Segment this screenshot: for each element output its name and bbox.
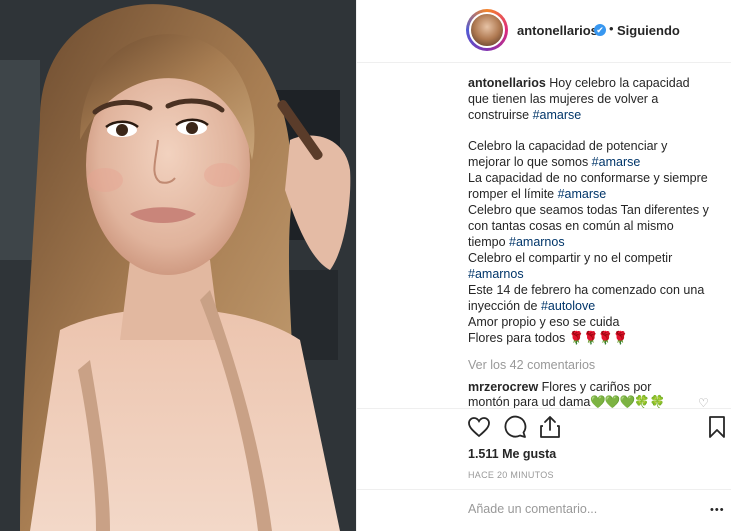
post-timestamp: HACE 20 MINUTOS [468, 470, 554, 480]
hashtag-link[interactable]: #amarnos [509, 235, 565, 249]
share-icon[interactable] [538, 415, 562, 439]
hashtag-link[interactable]: #amarse [558, 187, 607, 201]
caption-text: romper el límite [468, 187, 558, 201]
comment-item: mrzerocrew Flores y cariños por montón p… [468, 380, 708, 410]
caption-text: inyección de [468, 299, 541, 313]
comment-icon[interactable] [503, 415, 527, 439]
caption-text: mejorar lo que somos [468, 155, 592, 169]
comment-author-link[interactable]: mrzerocrew [468, 380, 538, 394]
comment-text: Flores y cariños por [538, 380, 652, 394]
heart-icon[interactable] [467, 415, 491, 439]
video-frame-image [0, 0, 356, 531]
caption-text: Amor propio y eso se cuida [468, 315, 620, 329]
add-comment-bar: ••• [356, 489, 731, 532]
more-options-icon[interactable]: ••• [710, 504, 725, 516]
caption-text: Este 14 de febrero ha comenzado con una [468, 283, 705, 297]
clover-emoji: 🍀🍀 [634, 395, 666, 409]
header-username-link[interactable]: antonellarios [517, 23, 598, 38]
header-separator: • [609, 21, 614, 36]
caption-text: La capacidad de no conformarse y siempre [468, 171, 708, 185]
comment-input[interactable] [468, 502, 688, 516]
post-caption: antonellarios Hoy celebro la capacidad q… [468, 75, 718, 346]
caption-text: Celebro el compartir y no el competir [468, 251, 673, 265]
bookmark-icon[interactable] [705, 415, 729, 439]
caption-text: tiempo [468, 235, 509, 249]
hashtag-link[interactable]: #amarnos [468, 267, 524, 281]
profile-avatar[interactable] [466, 9, 508, 51]
verified-badge-icon: ✔ [594, 24, 606, 36]
post-video[interactable] [0, 0, 356, 531]
green-heart-emoji: 💚💚💚 [590, 395, 635, 409]
actions-divider [356, 408, 731, 409]
follow-status-button[interactable]: Siguiendo [617, 23, 680, 38]
caption-text: Celebro que seamos todas Tan diferentes … [468, 203, 709, 217]
instagram-post: antonellarios ✔ • Siguiendo antonellario… [0, 0, 731, 531]
caption-text: Celebro la capacidad de potenciar y [468, 139, 668, 153]
view-all-comments-link[interactable]: Ver los 42 comentarios [468, 358, 595, 372]
caption-text: que tienen las mujeres de volver a [468, 92, 659, 106]
caption-text: Flores para todos [468, 331, 569, 345]
header-divider [356, 62, 731, 63]
caption-text: Hoy celebro la capacidad [545, 76, 690, 90]
comment-text: montón para ud dama [468, 395, 591, 409]
hashtag-link[interactable]: #autolove [541, 299, 595, 313]
rose-emoji: 🌹🌹🌹🌹 [568, 331, 628, 345]
caption-author-link[interactable]: antonellarios [468, 76, 546, 90]
hashtag-link[interactable]: #amarse [533, 108, 582, 122]
caption-text: con tantas cosas en común al mismo [468, 219, 674, 233]
hashtag-link[interactable]: #amarse [592, 155, 641, 169]
avatar-image [469, 12, 505, 48]
likes-count-link[interactable]: 1.511 Me gusta [468, 447, 556, 461]
caption-text: construirse [468, 108, 533, 122]
